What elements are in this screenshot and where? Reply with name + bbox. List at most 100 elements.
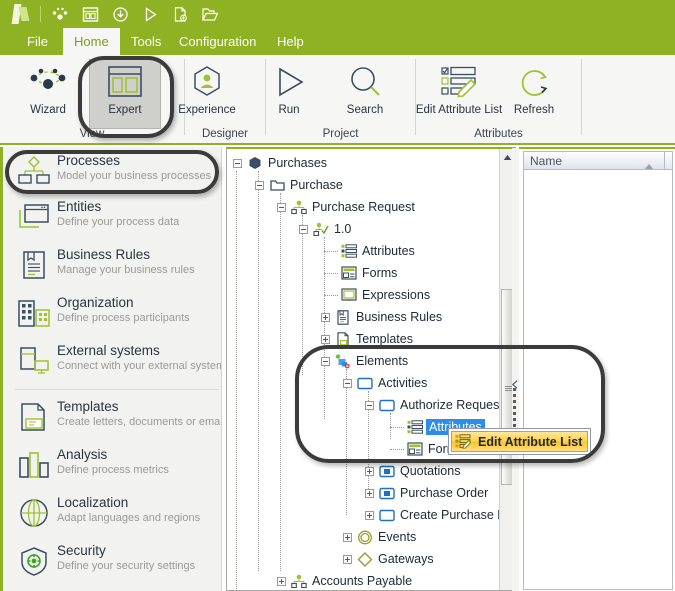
- application-window: File Home Tools Configuration Help Wizar…: [0, 0, 675, 591]
- ribbon-divider-4: [581, 59, 582, 135]
- sidebar-subtitle-security: Define your security settings: [57, 560, 196, 572]
- sidebar-subtitle-business-rules: Manage your business rules: [57, 264, 195, 276]
- tree-node-events[interactable]: Events: [343, 526, 416, 548]
- sidebar-item-organization[interactable]: Organization Define process participants: [11, 293, 221, 333]
- tree-node-forms-process[interactable]: Forms: [336, 262, 397, 284]
- tree-node-purchase[interactable]: Purchase: [255, 174, 343, 196]
- tree-label-business-rules: Business Rules: [356, 310, 443, 324]
- sidebar-item-security[interactable]: Security Define your security settings: [11, 541, 221, 581]
- ribbon-button-refresh[interactable]: Refresh: [498, 60, 570, 130]
- play-triangle-icon[interactable]: [135, 1, 165, 27]
- tree-toggle-minus-icon[interactable]: [255, 180, 264, 190]
- context-menu-item-edit-attribute-list[interactable]: Edit Attribute List: [451, 431, 588, 452]
- sidebar-item-analysis[interactable]: Analysis Define process metrics: [11, 445, 221, 485]
- tree-node-purchase-order[interactable]: Purchase Order: [365, 482, 488, 504]
- ribbon-button-expert[interactable]: Expert: [89, 59, 161, 129]
- tree-node-templates[interactable]: Templates: [321, 328, 413, 350]
- grid-body[interactable]: [523, 170, 673, 590]
- tree-toggle-plus-icon[interactable]: [343, 532, 352, 542]
- tree-toggle-plus-icon[interactable]: [321, 312, 330, 322]
- sidebar-title-entities: Entities: [57, 199, 102, 214]
- sidebar-item-templates[interactable]: Templates Create letters, documents or e…: [11, 397, 221, 437]
- tree-label-elements: Elements: [356, 354, 409, 368]
- subprocess-box-icon: [379, 463, 395, 479]
- ribbon-button-run[interactable]: Run: [253, 60, 325, 130]
- tree-toggle-plus-icon[interactable]: [365, 510, 374, 520]
- sidebar-item-external-systems[interactable]: External systems Connect with your exter…: [11, 341, 221, 381]
- ribbon-button-search[interactable]: Search: [329, 60, 401, 130]
- ribbon-label-edit-attribute-list: Edit Attribute List: [415, 104, 503, 116]
- organization-icon: [11, 293, 57, 333]
- tree-node-business-rules[interactable]: Business Rules: [321, 306, 442, 328]
- tree-toggle-plus-icon[interactable]: [365, 488, 374, 498]
- tree-node-purchase-request[interactable]: Purchase Request: [277, 196, 415, 218]
- tree-toggle-plus-icon[interactable]: [365, 466, 374, 476]
- tree-node-purchases[interactable]: Purchases: [233, 152, 327, 174]
- tree-toggle-plus-icon[interactable]: [277, 576, 286, 586]
- menu-item-home[interactable]: Home: [63, 28, 120, 55]
- tree-toggle-minus-icon[interactable]: [299, 224, 308, 234]
- menu-item-help[interactable]: Help: [266, 28, 315, 55]
- elements-icon: [335, 353, 351, 369]
- tree-node-elements[interactable]: Elements: [321, 350, 408, 372]
- tree-toggle-minus-icon[interactable]: [233, 158, 242, 168]
- tree-label-authorize-request: Authorize Request: [400, 398, 503, 412]
- quick-access-toolbar: [0, 0, 675, 28]
- activity-box-icon: [357, 375, 373, 391]
- templates-icon: [11, 397, 57, 437]
- process-version-icon: [313, 221, 329, 237]
- tree-toggle-minus-icon[interactable]: [343, 378, 352, 388]
- security-icon: [11, 541, 57, 581]
- folder-outline-icon: [269, 177, 285, 193]
- tree-toggle-plus-icon[interactable]: [321, 334, 330, 344]
- menu-item-file[interactable]: File: [16, 28, 59, 55]
- window-panel-icon[interactable]: [75, 1, 105, 27]
- sidebar-item-localization[interactable]: Localization Adapt languages and regions: [11, 493, 221, 533]
- tree-toggle-minus-icon[interactable]: [365, 400, 374, 410]
- context-menu-label: Edit Attribute List: [478, 434, 583, 449]
- scrollbar-grip-icon: [505, 386, 512, 391]
- tree-label-attributes-process: Attributes: [362, 244, 415, 258]
- ribbon-label-search: Search: [346, 104, 384, 116]
- tree-toggle-plus-icon[interactable]: [343, 554, 352, 564]
- tree-node-activities[interactable]: Activities: [343, 372, 427, 394]
- tree-toggle-minus-icon[interactable]: [277, 202, 286, 212]
- sidebar-title-external-systems: External systems: [57, 343, 160, 358]
- tree-node-gateways[interactable]: Gateways: [343, 548, 434, 570]
- tree-label-forms-process: Forms: [362, 266, 398, 280]
- wizard-dots-icon[interactable]: [45, 1, 75, 27]
- menu-item-tools[interactable]: Tools: [120, 28, 172, 55]
- subprocess-box-icon: [379, 485, 395, 501]
- grid-column-header-name[interactable]: Name: [523, 151, 673, 170]
- templates-icon: [335, 331, 351, 347]
- app-logo-icon[interactable]: [6, 1, 36, 27]
- tree-node-accounts-payable[interactable]: Accounts Payable: [277, 570, 412, 590]
- panel-splitter[interactable]: [511, 148, 519, 591]
- sidebar-item-business-rules[interactable]: Business Rules Manage your business rule…: [11, 245, 221, 285]
- tree-node-expressions[interactable]: Expressions: [336, 284, 430, 306]
- form-icon: [341, 265, 357, 281]
- hexagon-dark-icon: [247, 155, 263, 171]
- menu-item-configuration[interactable]: Configuration: [168, 28, 267, 55]
- ribbon-button-edit-attribute-list[interactable]: Edit Attribute List: [413, 60, 505, 130]
- sidebar-title-localization: Localization: [57, 495, 129, 510]
- ribbon-button-wizard[interactable]: Wizard: [12, 60, 84, 130]
- ribbon-button-experience[interactable]: Experience: [171, 60, 243, 130]
- sidebar-item-entities[interactable]: Entities Define your process data: [11, 197, 221, 237]
- attributes-grid-panel: Name: [519, 147, 675, 591]
- tree-node-authorize-request[interactable]: Authorize Request: [365, 394, 503, 416]
- tree-node-attributes-process[interactable]: Attributes: [336, 240, 415, 262]
- menu-bar: File Home Tools Configuration Help: [0, 28, 675, 55]
- person-hex-icon: [189, 60, 225, 104]
- tree-node-version[interactable]: 1.0: [299, 218, 351, 240]
- download-circle-icon[interactable]: [105, 1, 135, 27]
- tree-toggle-minus-icon[interactable]: [321, 356, 330, 366]
- tree-node-create-purchase-request[interactable]: Create Purchase Requ: [365, 504, 515, 526]
- sidebar-item-processes[interactable]: Processes Model your business processes: [11, 151, 221, 191]
- folder-open-icon[interactable]: [195, 1, 225, 27]
- tree-node-quotations[interactable]: Quotations: [365, 460, 460, 482]
- grid-header-resize-handle[interactable]: [664, 152, 672, 169]
- tree-label-expressions: Expressions: [362, 288, 431, 302]
- document-add-icon[interactable]: [165, 1, 195, 27]
- quick-access-icons: [6, 0, 225, 28]
